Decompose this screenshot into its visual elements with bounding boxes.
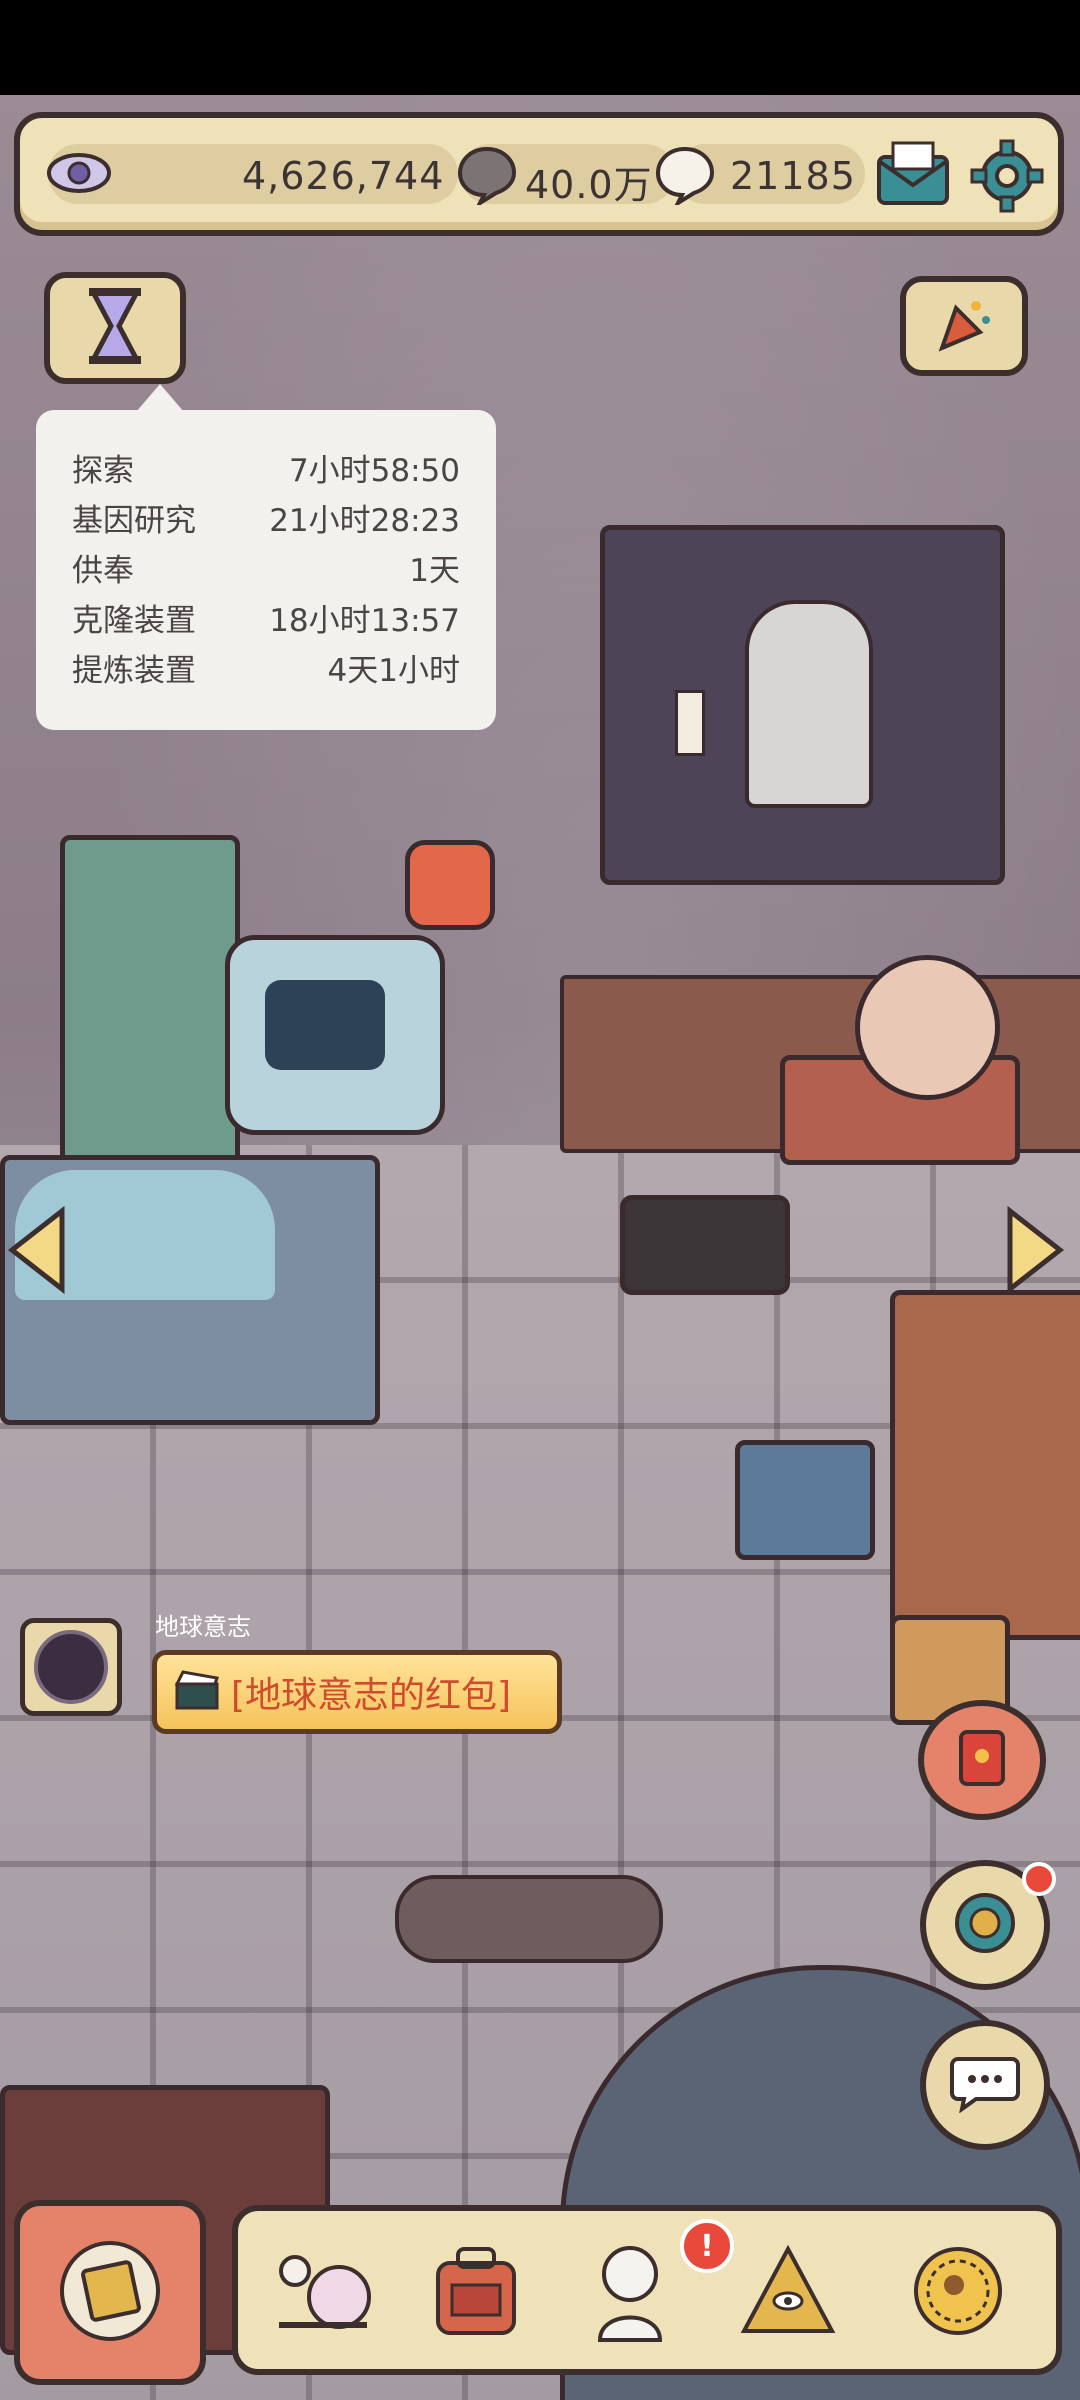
timer-row-explore: 探索 7小时58:50 xyxy=(72,452,460,489)
mail-icon[interactable] xyxy=(870,134,956,214)
eye-count: 4,626,744 xyxy=(242,154,445,198)
snail-icon xyxy=(271,2241,381,2345)
party-popper-icon xyxy=(932,292,996,360)
avatar xyxy=(34,1630,108,1704)
chat-button[interactable] xyxy=(920,2020,1050,2150)
timer-row-gene: 基因研究 21小时28:23 xyxy=(72,502,460,539)
statue-button[interactable] xyxy=(576,2233,696,2353)
backpack-button[interactable] xyxy=(416,2233,536,2353)
speech-bubble-white-icon xyxy=(650,140,720,210)
eyeball-globe[interactable] xyxy=(855,955,1000,1100)
snail-button[interactable] xyxy=(266,2233,386,2353)
red-packet-notice[interactable]: [地球意志的红包] xyxy=(152,1650,562,1734)
crates xyxy=(890,1290,1080,1640)
pyramid-eye-icon xyxy=(738,2241,838,2345)
notification-dot xyxy=(1022,1862,1056,1896)
coin-icon xyxy=(908,2241,1008,2345)
backpack-icon xyxy=(426,2241,526,2345)
sender-avatar[interactable] xyxy=(20,1618,122,1716)
coin-button[interactable] xyxy=(898,2233,1018,2353)
timers-tooltip: 探索 7小时58:50 基因研究 21小时28:23 供奉 1天 克隆装置 18小时13… xyxy=(36,384,496,730)
eye-icon xyxy=(44,138,114,208)
pyramid-button[interactable] xyxy=(728,2233,848,2353)
floor-vent xyxy=(620,1195,790,1295)
speech-bubble-icon xyxy=(452,140,522,210)
notice-message: [地球意志的红包] xyxy=(231,1675,512,1716)
timer-row-refine: 提炼装置 4天1小时 xyxy=(72,652,460,689)
timer-row-offering: 供奉 1天 xyxy=(72,552,460,589)
map-icon xyxy=(55,2236,165,2350)
bust-icon xyxy=(586,2236,686,2350)
alarm-button[interactable] xyxy=(405,840,495,930)
sender-name: 地球意志 xyxy=(155,1613,251,1641)
clapperboard-icon xyxy=(174,1670,219,1714)
chat-bubble-icon xyxy=(950,2053,1020,2117)
floor-pipe xyxy=(395,1875,663,1963)
bottom-nav: ! xyxy=(232,2205,1062,2375)
red-envelope-icon xyxy=(957,1728,1007,1792)
gray-bubble-count: 40.0万 xyxy=(525,163,653,207)
shrine-cabinet[interactable] xyxy=(600,525,1005,885)
candle xyxy=(675,690,705,756)
red-packet-button[interactable] xyxy=(918,1700,1046,1820)
white-bubble-count: 21185 xyxy=(730,154,856,198)
portal-icon xyxy=(950,1888,1020,1962)
cat-robot[interactable] xyxy=(225,935,445,1135)
projector-robot[interactable] xyxy=(735,1440,875,1560)
hourglass-icon xyxy=(85,286,145,370)
explore-map-button[interactable] xyxy=(14,2200,206,2385)
statue xyxy=(745,600,873,808)
resource-bar: 4,626,744 40.0万 21185 xyxy=(14,112,1064,236)
event-button[interactable] xyxy=(900,276,1028,376)
scroll-right-arrow[interactable] xyxy=(1006,1205,1066,1295)
timer-row-clone: 克隆装置 18小时13:57 xyxy=(72,602,460,639)
scroll-left-arrow[interactable] xyxy=(6,1205,66,1295)
gear-icon[interactable] xyxy=(965,134,1049,218)
timers-button[interactable] xyxy=(44,272,186,384)
alert-badge: ! xyxy=(680,2219,734,2273)
